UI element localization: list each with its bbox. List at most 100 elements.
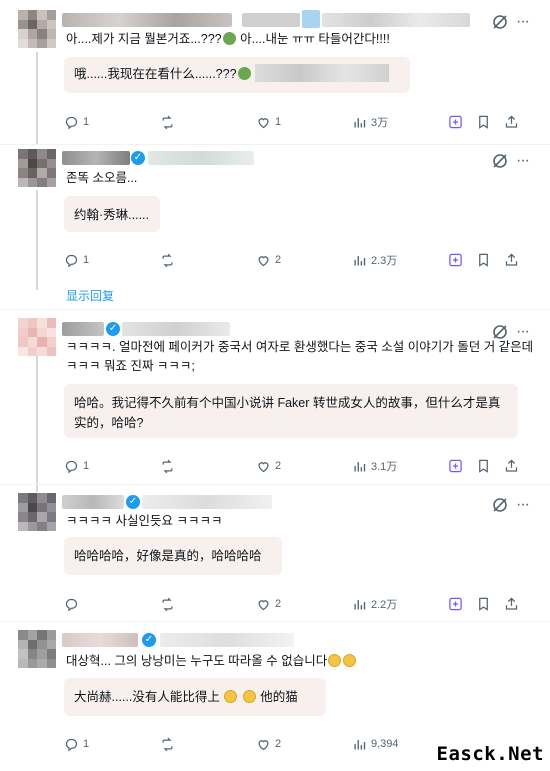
views-icon [354,599,366,609]
share-icon[interactable] [504,251,519,269]
user-handle[interactable] [160,633,294,647]
user-handle[interactable] [142,495,272,509]
share-icon[interactable] [504,113,519,131]
retweet-button[interactable] [160,113,179,131]
retweet-button[interactable] [160,595,179,613]
avatar[interactable] [18,149,56,187]
bookmark-icon[interactable] [476,457,491,475]
reply-button[interactable]: 1 [64,457,89,475]
grok-post-icon[interactable] [448,595,463,613]
grok-post-icon[interactable] [448,251,463,269]
translation-box: 哦......我现在在看什么......??? [64,57,410,93]
like-button[interactable]: 2 [256,457,281,475]
show-replies-link[interactable]: 显示回复 [66,287,114,304]
tweet-actions: 2 2.2万 [64,595,524,613]
verified-badge-icon: ✓ [142,633,156,647]
bookmark-icon[interactable] [476,595,491,613]
reply-button[interactable]: 1 [64,735,89,753]
views-icon [354,255,366,265]
heart-icon [258,255,269,266]
grok-icon[interactable] [492,153,508,169]
pleading-face-emoji-icon [224,690,238,703]
tweet[interactable]: ✓ ··· 존똑 소오름... 约翰·秀琳...... 1 2 2.3万 显示回… [0,145,550,309]
verified-badge-icon: ✓ [106,322,120,336]
tweet-text: ㅋㅋㅋㅋ. 얼마전에 페이커가 중국서 여자로 환생했다는 중국 소설 이야기가… [66,340,534,373]
translation-box: 约翰·秀琳...... [64,196,160,232]
grok-post-icon[interactable] [448,457,463,475]
heart-icon [258,461,269,472]
tweet-text: ㅋㅋㅋㅋ 사실인듯요 ㅋㅋㅋㅋ [66,514,223,528]
reply-icon [65,738,78,751]
retweet-icon [162,737,173,751]
grok-post-icon[interactable] [448,113,463,131]
retweet-button[interactable] [160,251,179,269]
avatar[interactable] [18,493,56,531]
translation-box: 哈哈。我记得不久前有个中国小说讲 Faker 转世成女人的故事，但什么才是真实的… [64,384,518,438]
views-button[interactable]: 3.1万 [352,457,397,475]
retweet-icon [162,597,173,611]
avatar[interactable] [18,10,56,48]
tweet-text: 대상혁... 그의 낭낭미는 누구도 따라올 수 없습니다 [66,652,357,671]
reply-icon [65,598,78,611]
like-button[interactable]: 2 [256,251,281,269]
watermark: Easck.Net [436,743,544,765]
more-icon[interactable]: ··· [516,153,532,171]
user-handle-extra [322,13,470,27]
reply-icon [65,116,78,129]
pleading-face-emoji-icon [328,654,342,667]
nauseated-emoji-icon [237,67,251,80]
verified-badge-icon: ✓ [126,495,140,509]
heart-icon [258,599,269,610]
views-icon [354,117,366,127]
nauseated-emoji-icon [222,32,236,45]
retweet-button[interactable] [160,457,179,475]
pleading-face-emoji-icon [343,654,357,667]
reply-button[interactable]: 1 [64,251,89,269]
user-name[interactable] [62,322,104,336]
heart-icon [258,739,269,750]
like-button[interactable]: 1 [256,113,281,131]
share-icon[interactable] [504,457,519,475]
tweet-text: 존똑 소오름... [66,171,138,185]
reply-icon [65,460,78,473]
timestamp[interactable] [302,10,320,28]
grok-icon[interactable] [492,14,508,30]
user-handle[interactable] [148,151,254,165]
like-button[interactable]: 2 [256,735,281,753]
translation-box: 大尚赫......没有人能比得上 他的猫 [64,678,326,716]
translation-box: 哈哈哈哈，好像是真的，哈哈哈哈 [64,537,282,575]
tweet-actions: 1 1 3万 [64,113,524,131]
retweet-icon [162,459,173,473]
bookmark-icon[interactable] [476,113,491,131]
bookmark-icon[interactable] [476,251,491,269]
user-handle[interactable] [242,13,300,27]
reply-button[interactable] [64,595,83,613]
tweet[interactable]: ✓ ··· ㅋㅋㅋㅋ 사실인듯요 ㅋㅋㅋㅋ 哈哈哈哈，好像是真的，哈哈哈哈 2 … [0,485,550,621]
reply-button[interactable]: 1 [64,113,89,131]
grok-icon[interactable] [492,497,508,513]
user-name[interactable] [62,495,124,509]
views-button[interactable]: 3万 [352,113,388,131]
avatar[interactable] [18,318,56,356]
share-icon[interactable] [504,595,519,613]
like-button[interactable]: 2 [256,595,281,613]
user-name[interactable] [62,151,130,165]
views-icon [354,739,366,749]
tweet[interactable]: ✓ ··· ㅋㅋㅋㅋ. 얼마전에 페이커가 중국서 여자로 환생했다는 중국 소… [0,310,550,484]
verified-badge-icon: ✓ [131,151,145,165]
views-button[interactable]: 9,394 [352,735,399,753]
more-icon[interactable]: ··· [516,497,532,515]
views-icon [354,461,366,471]
tweet[interactable]: ··· 아....제가 지금 뭘본거죠...??? 아....내눈 ㅠㅠ 타들어… [0,0,550,144]
avatar[interactable] [18,630,56,668]
user-name[interactable] [62,633,138,647]
views-button[interactable]: 2.3万 [352,251,397,269]
user-name[interactable] [62,13,232,27]
more-icon[interactable]: ··· [516,14,532,32]
user-handle[interactable] [122,322,230,336]
retweet-button[interactable] [160,735,179,753]
reply-icon [65,254,78,267]
retweet-icon [162,253,173,267]
tweet-actions: 1 2 2.3万 [64,251,524,269]
views-button[interactable]: 2.2万 [352,595,397,613]
